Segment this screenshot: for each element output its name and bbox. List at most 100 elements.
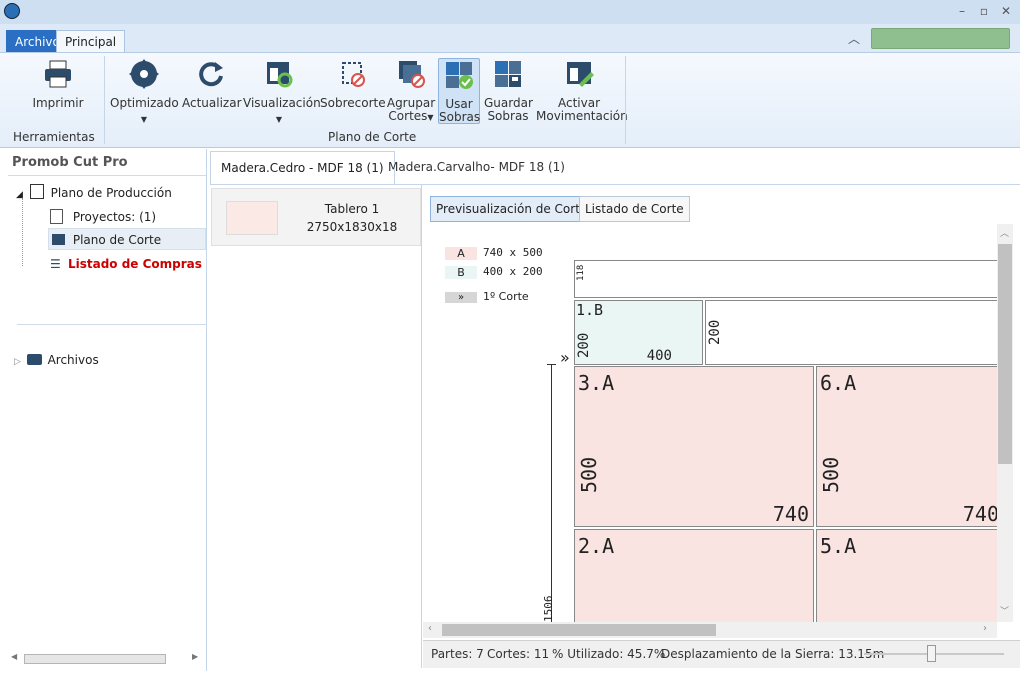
tree-item-proyectos[interactable]: Proyectos: (1): [50, 208, 156, 226]
horizontal-scrollbar[interactable]: ◀ ▶: [8, 652, 204, 666]
tree-root[interactable]: ◢ Plano de Producción: [16, 184, 172, 200]
activate-movement-icon: [567, 62, 594, 87]
listado-de-corte-button[interactable]: Listado de Corte: [579, 196, 690, 222]
tab-madera-cedro[interactable]: Madera.Cedro - MDF 18 (1): [210, 151, 395, 184]
horizontal-scrollbar[interactable]: ‹ ›: [423, 622, 997, 638]
dropdown-arrow-icon: ▼: [275, 115, 283, 124]
tree-item-listado-de-compras[interactable]: ☰ Listado de Compras: [50, 256, 202, 272]
status-desplazamiento: Desplazamiento de la Sierra: 13.15m: [661, 647, 885, 661]
cortes-label: Cortes▼: [388, 109, 434, 123]
expand-arrow-icon[interactable]: ▷: [14, 357, 21, 367]
use-leftovers-icon: [446, 62, 473, 89]
sobrecorte-icon: [342, 62, 365, 87]
saw-blade-icon: [129, 59, 159, 89]
board-thumbnail: [226, 201, 278, 235]
strip-height: 118: [576, 264, 586, 281]
piece-height: 500: [819, 456, 843, 493]
scroll-thumb[interactable]: [442, 624, 716, 636]
scroll-left-icon[interactable]: ◀: [11, 652, 17, 661]
dimension-tick: [547, 364, 556, 365]
usar-sobras-button[interactable]: Usar Sobras: [438, 58, 480, 124]
board-item[interactable]: Tablero 1 2750x1830x18: [211, 188, 421, 246]
cut-preview-canvas[interactable]: 118 1.B 200 400 200 » 1506 3.A 500 740 6…: [423, 224, 997, 622]
guardar-sobras-button[interactable]: Guardar Sobras: [484, 58, 533, 124]
previsualizacion-button[interactable]: Previsualización de Corte: [430, 196, 594, 222]
piece-label: 3.A: [578, 371, 615, 395]
scroll-thumb[interactable]: [24, 654, 166, 664]
group-plano-de-corte: Plano de Corte: [328, 130, 417, 144]
top-strip: 118: [574, 260, 997, 298]
status-cortes: Cortes: 11: [487, 647, 550, 661]
group-cuts-icon: [399, 61, 425, 88]
imprimir-button[interactable]: Imprimir: [30, 58, 86, 124]
tab-principal[interactable]: Principal: [56, 30, 126, 52]
tree-item-label: Proyectos: (1): [72, 210, 157, 224]
tree-item-label: Listado de Compras: [67, 257, 202, 271]
cut-plan-icon: [52, 234, 65, 245]
piece-width: 740: [772, 502, 809, 526]
zoom-slider-handle[interactable]: [927, 645, 936, 662]
tab-madera-carvalho[interactable]: Madera.Carvalho- MDF 18 (1): [378, 151, 575, 184]
visualizacion-label: Visualización: [243, 96, 321, 110]
first-cut-marker: »: [560, 348, 570, 367]
activar-movimentacion-button[interactable]: Activar Movimentación: [536, 58, 628, 124]
board-name: Tablero 1: [324, 202, 380, 216]
scroll-right-icon[interactable]: ›: [983, 623, 987, 634]
scroll-up-icon[interactable]: ︿: [1000, 226, 1009, 239]
collapse-ribbon-button[interactable]: ︿: [842, 30, 866, 48]
title-bar: [0, 0, 1020, 24]
divider: [17, 324, 207, 325]
tree-item-label: Plano de Corte: [72, 233, 162, 247]
actualizar-label: Actualizar: [182, 96, 242, 110]
optimizado-button[interactable]: Optimizado ▼: [110, 58, 179, 124]
tree-item-plano-de-corte[interactable]: Plano de Corte: [48, 228, 206, 250]
minimize-button[interactable]: –: [952, 2, 972, 20]
piece-label: 2.A: [578, 534, 615, 558]
status-indicator: [871, 28, 1010, 49]
status-bar: Partes: 7 Cortes: 11 % Utilizado: 45.7% …: [423, 640, 1020, 668]
document-icon: [50, 209, 63, 224]
piece-5a[interactable]: 5.A 0: [816, 529, 997, 622]
agrupar-cortes-button[interactable]: Agrupar Cortes▼: [386, 58, 436, 124]
tree-line: [22, 198, 23, 266]
ribbon-tab-row: [0, 24, 1020, 52]
optimizado-label: Optimizado: [110, 96, 179, 110]
scroll-right-icon[interactable]: ▶: [192, 652, 198, 661]
dropdown-arrow-icon: ▼: [140, 115, 148, 124]
group-herramientas: Herramientas: [13, 130, 95, 144]
board-list: [210, 184, 422, 668]
tree-item-archivos[interactable]: ▷ Archivos: [14, 353, 99, 367]
restore-button[interactable]: ▫: [974, 2, 994, 20]
visualizacion-button[interactable]: Visualización ▼: [243, 58, 321, 124]
piece-1b[interactable]: 1.B 200 400: [574, 300, 703, 365]
app-icon[interactable]: [4, 3, 20, 19]
piece-2a[interactable]: 2.A 0: [574, 529, 814, 622]
piece-width: 400: [646, 348, 672, 364]
list-icon: ☰: [50, 257, 61, 271]
divider: [8, 175, 206, 176]
scroll-left-icon[interactable]: ‹: [428, 623, 432, 634]
visualization-icon: [267, 62, 293, 88]
status-utilizado: % Utilizado: 45.7%: [552, 647, 666, 661]
actualizar-button[interactable]: Actualizar: [182, 58, 242, 124]
archive-icon: [26, 354, 42, 365]
scroll-down-icon[interactable]: ﹀: [1000, 604, 1009, 617]
ribbon-separator: [104, 56, 105, 144]
sobras-label: Sobras: [439, 110, 481, 124]
side-dimension: 1506: [542, 595, 555, 623]
status-partes: Partes: 7: [431, 647, 484, 661]
documents-icon: [29, 184, 44, 199]
piece-width: 740: [962, 502, 997, 526]
movimentacion-label: Movimentación: [536, 109, 628, 123]
sobrecorte-label: Sobrecorte: [320, 96, 386, 110]
piece-6a[interactable]: 6.A 500 740: [816, 366, 997, 527]
piece-3a[interactable]: 3.A 500 740: [574, 366, 814, 527]
sobrecorte-button[interactable]: Sobrecorte: [320, 58, 386, 124]
scroll-thumb[interactable]: [998, 244, 1012, 464]
vertical-scrollbar[interactable]: ︿ ﹀: [997, 224, 1013, 622]
piece-label: 1.B: [576, 301, 604, 319]
close-button[interactable]: ✕: [996, 2, 1016, 20]
ribbon-separator: [625, 56, 626, 144]
refresh-icon: [199, 62, 223, 87]
guardar-sobras-label: Sobras: [487, 109, 529, 123]
